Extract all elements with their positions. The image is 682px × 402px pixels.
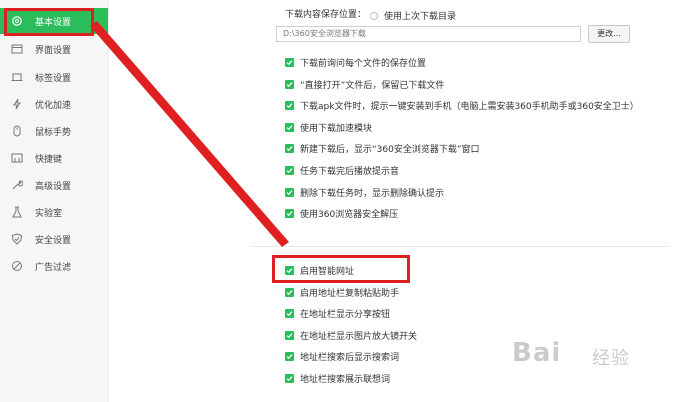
checkbox[interactable] (285, 122, 294, 132)
sidebar-item-label: 安全设置 (35, 235, 72, 246)
option-label: 新建下载后，显示“360安全浏览器下载”窗口 (300, 145, 480, 156)
checkbox[interactable] (285, 352, 294, 361)
sidebar-item-mouse-gesture[interactable]: 鼠标手势 (0, 118, 108, 144)
download-location-label-text: 下载内容保存位置： (285, 10, 367, 20)
sidebar-item-tab-settings[interactable]: 标签设置 (0, 64, 108, 90)
checkbox[interactable] (285, 166, 294, 175)
option-row[interactable]: 地址栏搜索后显示搜索词 (285, 350, 399, 363)
sidebar-item-optimize[interactable]: 优化加速 (0, 91, 108, 117)
option-label: “直接打开”文件后，保留已下载文件 (300, 80, 445, 91)
flask-icon (10, 206, 23, 219)
option-row[interactable]: 在地址栏显示图片放大镜开关 (285, 329, 417, 342)
download-location-label: 下载内容保存位置： (285, 7, 366, 20)
sidebar-item-label: 高级设置 (35, 181, 72, 192)
checkbox[interactable] (285, 101, 294, 111)
download-path-input[interactable]: D:\360安全浏览器下载 (276, 26, 581, 42)
annotation-box-smart-url (272, 255, 410, 283)
option-row[interactable]: “直接打开”文件后，保留已下载文件 (285, 78, 444, 91)
checkbox[interactable] (285, 209, 294, 219)
sidebar-item-shortcuts[interactable]: 快捷键 (0, 145, 108, 171)
shield-icon (10, 233, 23, 246)
option-label: 启用地址栏复制粘贴助手 (300, 288, 400, 299)
sidebar-item-label: 标签设置 (35, 73, 72, 84)
option-row[interactable]: 下载前询问每个文件的保存位置 (285, 56, 426, 69)
checkbox[interactable] (285, 287, 294, 297)
annotation-box-basic-settings (4, 8, 94, 36)
sidebar-item-label: 广告过滤 (35, 262, 72, 273)
checkbox[interactable] (285, 187, 294, 197)
option-label: 任务下载完后播放提示音 (300, 167, 400, 177)
sidebar-item-security[interactable]: 安全设置 (0, 226, 108, 252)
option-row[interactable]: 地址栏搜索展示联想词 (285, 372, 390, 385)
sidebar-item-ui-settings[interactable]: 界面设置 (0, 36, 108, 62)
option-label: 删除下载任务时，显示删除确认提示 (300, 188, 445, 199)
sidebar-item-advanced[interactable]: 高级设置 (0, 172, 108, 198)
sidebar-item-label: 界面设置 (35, 45, 72, 56)
option-row[interactable]: 任务下载完后播放提示音 (285, 164, 399, 177)
checkbox[interactable] (285, 144, 294, 154)
change-path-button[interactable]: 更改... (588, 25, 630, 43)
option-label: 下载apk文件时，提示一键安装到手机（电脑上需安装360手机助手或360安全卫士… (300, 102, 639, 113)
checkbox[interactable] (285, 373, 294, 383)
option-row[interactable]: 删除下载任务时，显示删除确认提示 (285, 186, 444, 199)
option-row[interactable]: 使用下载加速模块 (285, 121, 372, 134)
watermark-sub: 经验 (592, 348, 630, 369)
sidebar-item-label: 优化加速 (35, 100, 72, 111)
option-label: 使用下载加速模块 (300, 123, 373, 134)
checkbox[interactable] (285, 79, 294, 89)
sidebar-item-lab[interactable]: 实验室 (0, 199, 108, 225)
option-row[interactable]: 新建下载后，显示“360安全浏览器下载”窗口 (285, 142, 480, 155)
sidebar-item-label: 快捷键 (35, 154, 63, 165)
window-icon (10, 43, 23, 56)
mouse-icon (10, 125, 23, 138)
checkbox[interactable] (285, 58, 294, 67)
keyboard-icon (10, 152, 23, 165)
option-row[interactable]: 下载apk文件时，提示一键安装到手机（电脑上需安装360手机助手或360安全卫士… (285, 99, 639, 112)
option-row[interactable]: 使用360浏览器安全解压 (285, 207, 398, 220)
radio-button[interactable] (370, 11, 378, 20)
checkbox[interactable] (285, 309, 294, 318)
sidebar-item-label: 鼠标手势 (35, 127, 72, 138)
tab-icon (10, 71, 23, 84)
checkbox[interactable] (285, 330, 294, 340)
option-label: 地址栏搜索展示联想词 (300, 374, 391, 385)
lightning-icon (10, 98, 23, 111)
radio-last-dir[interactable]: 使用上次下载目录 (370, 9, 456, 22)
option-row[interactable]: 启用地址栏复制粘贴助手 (285, 286, 399, 299)
option-label: 使用360浏览器安全解压 (300, 210, 399, 221)
baidu-watermark-logo: Bai 经验 (512, 338, 672, 378)
option-label: 在地址栏显示图片放大镜开关 (300, 331, 418, 342)
radio-last-dir-label: 使用上次下载目录 (384, 12, 457, 22)
watermark-text: Bai (512, 338, 562, 368)
section-divider (250, 246, 670, 247)
sidebar-item-ad-filter[interactable]: 广告过滤 (0, 253, 108, 279)
option-row[interactable]: 在地址栏显示分享按钮 (285, 307, 390, 320)
wrench-icon (10, 179, 23, 192)
settings-sidebar: 基本设置 界面设置 标签设置 优化加速 鼠标手势 快捷键 高级设置 实验室 安全… (0, 0, 109, 402)
sidebar-item-label: 实验室 (35, 208, 63, 219)
option-label: 在地址栏显示分享按钮 (300, 310, 391, 320)
option-label: 下载前询问每个文件的保存位置 (300, 59, 427, 69)
option-label: 地址栏搜索后显示搜索词 (300, 353, 400, 363)
block-icon (10, 260, 23, 273)
